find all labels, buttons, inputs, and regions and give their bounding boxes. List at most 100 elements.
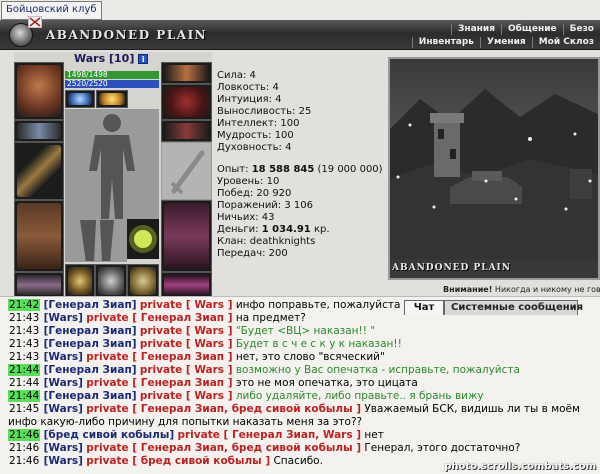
ring-slot-2[interactable] xyxy=(95,264,127,298)
earring-slot[interactable] xyxy=(14,120,64,142)
chat-message: 21:43 [Генерал Зиап] private [ Wars ] Бу… xyxy=(8,338,596,351)
stat-spirit: Духовность: 4 xyxy=(217,142,292,153)
chat-text: на предмет? xyxy=(235,312,306,324)
stat-wisdom: Мудрость: 100 xyxy=(217,130,294,141)
ring-slot-3[interactable] xyxy=(127,264,159,298)
chat-message: 21:44 [Генерал Зиап] private [ Wars ] ли… xyxy=(8,390,596,403)
window-tab[interactable]: Бойцовский клуб xyxy=(1,1,102,20)
chat-text: Спасибо. xyxy=(273,455,323,467)
chat-text: "Будет <ВЦ> наказан!! " xyxy=(235,325,376,337)
chat-sender[interactable]: [Wars] xyxy=(44,377,83,389)
character-name[interactable]: Wars xyxy=(74,52,105,65)
chat-message: 21:44 [Wars] private [ Генерал Зиап ] эт… xyxy=(8,377,596,390)
chat-log[interactable]: 21:42 [Генерал Зиап] private [ Wars ] ин… xyxy=(0,296,600,474)
chat-private-recipients[interactable]: private [ Wars ] xyxy=(140,364,233,376)
chat-private-recipients[interactable]: private [ Генерал Зиап ] xyxy=(86,377,232,389)
info-icon[interactable]: i xyxy=(138,54,149,64)
armor-slot[interactable] xyxy=(14,200,64,272)
chat-time: 21:44 xyxy=(8,364,41,376)
chat-text: возможно у Вас опечатка - исправьте, пож… xyxy=(235,364,520,376)
rune-slot-2[interactable] xyxy=(96,90,128,108)
chat-private-recipients[interactable]: private [ Генерал Зиап, Wars ] xyxy=(177,429,361,441)
chat-time: 21:43 xyxy=(9,312,40,324)
helmet-slot[interactable] xyxy=(14,62,64,120)
window-title-bar: Бойцовский клуб xyxy=(0,0,600,22)
chat-time: 21:43 xyxy=(9,351,40,363)
chat-time: 21:46 xyxy=(8,429,41,441)
rune-slot-1[interactable] xyxy=(65,90,95,108)
stat-losses: Поражений: 3 106 xyxy=(217,200,313,211)
chat-sender[interactable]: [Wars] xyxy=(44,312,83,324)
stat-endurance: Выносливость: 25 xyxy=(217,106,312,117)
bracer-slot[interactable] xyxy=(161,120,212,142)
chat-private-recipients[interactable]: private [ Wars ] xyxy=(140,299,233,311)
feet-slot[interactable] xyxy=(161,272,212,298)
chat-message: 21:45 [Wars] private [ Генерал Зиап, бре… xyxy=(8,403,596,416)
chat-text: нет xyxy=(364,429,384,441)
stat-draws: Ничьих: 43 xyxy=(217,212,275,223)
amulet-slot[interactable] xyxy=(161,62,212,84)
chat-time: 21:43 xyxy=(9,338,40,350)
chat-time: 21:45 xyxy=(9,403,40,415)
location-caption: ABANDONED PLAIN xyxy=(392,263,511,273)
shield-slot[interactable] xyxy=(161,142,212,200)
chat-text: либо удаляйте, либо правьте.. я брань ви… xyxy=(235,390,484,402)
chat-message: 21:46 [Wars] private [ Генерал Зиап, бре… xyxy=(8,442,596,455)
character-level: [10] xyxy=(108,52,135,65)
chat-sender[interactable]: [бред сивой кобылы] xyxy=(44,429,175,441)
chat-private-recipients[interactable]: private [ Wars ] xyxy=(140,338,233,350)
tab-system-messages[interactable]: Системные сообщения xyxy=(444,300,583,315)
menu-security[interactable]: Безо xyxy=(562,24,600,35)
chat-sender[interactable]: [Генерал Зиап] xyxy=(44,390,137,402)
chat-private-recipients[interactable]: private [ Генерал Зиап, бред сивой кобыл… xyxy=(86,442,361,454)
menu-communication[interactable]: Общение xyxy=(500,24,563,35)
body-silhouette-icon xyxy=(65,109,159,219)
boots-slot[interactable] xyxy=(161,200,212,272)
ring-slot-1[interactable] xyxy=(65,264,95,298)
chat-sender[interactable]: [Wars] xyxy=(44,442,83,454)
chat-sender[interactable]: [Генерал Зиап] xyxy=(44,325,137,337)
stat-experience: Опыт: 18 588 845 (19 000 000) xyxy=(217,164,383,175)
chat-lines: 21:42 [Генерал Зиап] private [ Wars ] ин… xyxy=(8,299,596,468)
chat-text: Будет в с ч е с к у к наказан!! xyxy=(235,338,402,350)
chat-sender[interactable]: [Генерал Зиап] xyxy=(44,364,137,376)
weapon-slot[interactable] xyxy=(14,142,64,200)
chat-private-recipients[interactable]: private [ Генерал Зиап, бред сивой кобыл… xyxy=(86,403,361,415)
hp-bar: 1498/1498 xyxy=(65,71,159,79)
stat-level: Уровень: 10 xyxy=(217,176,280,187)
chat-sender[interactable]: [Wars] xyxy=(44,403,83,415)
chat-text: Уважаемый БСК, видишь ли ты в моём xyxy=(364,403,580,415)
location-landscape-image xyxy=(390,59,598,278)
chat-time: 21:44 xyxy=(9,377,40,389)
character-title: Wars [10] i xyxy=(74,52,149,66)
chat-private-recipients[interactable]: private [ бред сивой кобылы ] xyxy=(86,455,270,467)
stat-clan[interactable]: Клан: deathknights xyxy=(217,236,387,248)
chat-message: 21:44 [Генерал Зиап] private [ Wars ] во… xyxy=(8,364,596,377)
chat-sender[interactable]: [Генерал Зиап] xyxy=(44,338,137,350)
character-stats: Сила: 4 Ловкость: 4 Интуиция: 4 Вынослив… xyxy=(217,70,387,260)
menu-inventory[interactable]: Инвентарь xyxy=(411,37,480,48)
glowing-orb-slot[interactable] xyxy=(127,219,159,259)
chat-private-recipients[interactable]: private [ Генерал Зиап ] xyxy=(86,312,232,324)
chat-private-recipients[interactable]: private [ Генерал Зиап ] xyxy=(86,351,232,363)
chat-sender[interactable]: [Генерал Зиап] xyxy=(44,299,137,311)
tab-chat[interactable]: Чат xyxy=(404,300,444,315)
chat-text: Генерал, этого достаточно? xyxy=(364,442,521,454)
character-inventory: Wars [10] i 1498/1498 2520/2520 xyxy=(14,52,212,298)
game-window: Бойцовский клуб ABANDONED PLAIN Знания О… xyxy=(0,0,600,474)
chat-sender[interactable]: [Wars] xyxy=(44,351,83,363)
paperdoll xyxy=(65,109,159,219)
glowing-orb-icon xyxy=(129,225,157,253)
menu-storage[interactable]: Мой Склоз xyxy=(531,37,600,48)
chat-private-recipients[interactable]: private [ Wars ] xyxy=(140,325,233,337)
location-logo: ABANDONED PLAIN xyxy=(46,28,208,42)
location-scene[interactable] xyxy=(388,57,600,280)
belt-slot[interactable] xyxy=(14,272,64,298)
chat-text: это не моя опечатка, это цицата xyxy=(235,377,418,389)
stat-transfers: Передач: 200 xyxy=(217,248,288,259)
chat-private-recipients[interactable]: private [ Wars ] xyxy=(140,390,233,402)
gloves-slot[interactable] xyxy=(161,84,212,120)
menu-skills[interactable]: Умения xyxy=(480,37,532,48)
chat-sender[interactable]: [Wars] xyxy=(44,455,83,467)
menu-knowledge[interactable]: Знания xyxy=(450,24,501,35)
